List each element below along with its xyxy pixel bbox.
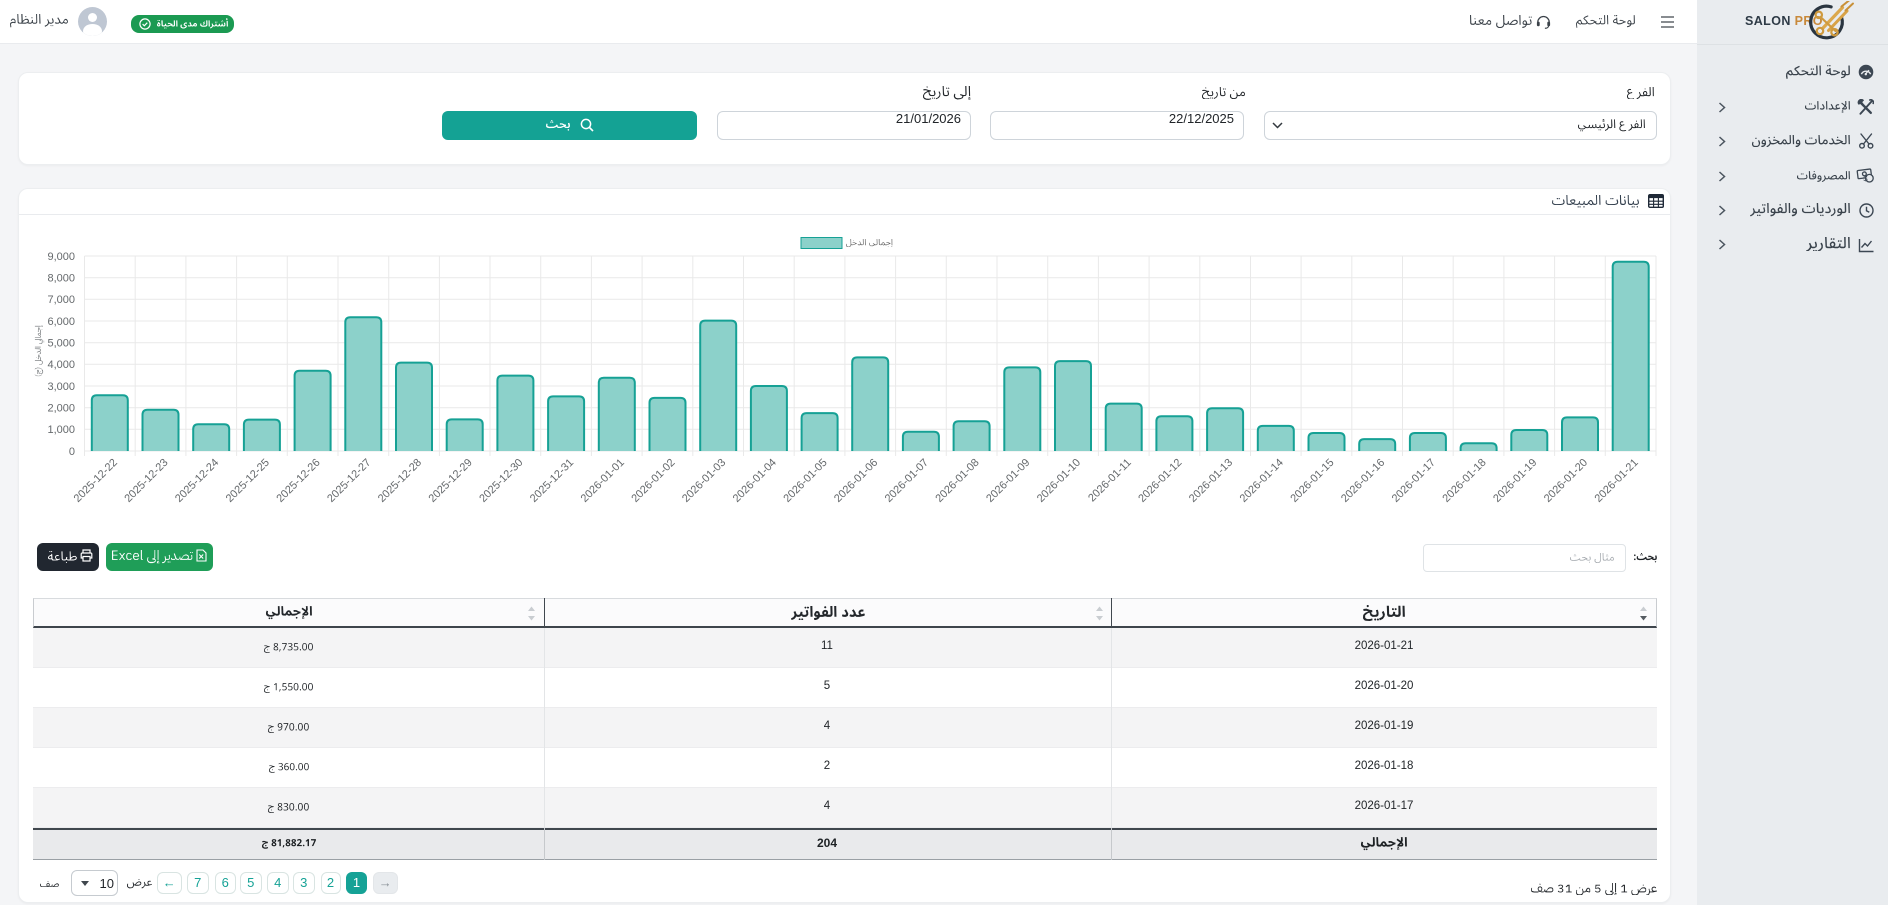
svg-text:9,000: 9,000	[47, 251, 75, 263]
svg-text:2026-01-21: 2026-01-21	[1593, 457, 1641, 505]
svg-text:2025-12-24: 2025-12-24	[173, 457, 221, 505]
svg-text:2026-01-12: 2026-01-12	[1136, 457, 1184, 505]
svg-text:2026-01-07: 2026-01-07	[883, 457, 931, 505]
svg-text:2026-01-16: 2026-01-16	[1339, 457, 1387, 505]
svg-text:4,000: 4,000	[47, 359, 75, 371]
svg-text:2025-12-26: 2025-12-26	[274, 457, 322, 505]
svg-text:2026-01-04: 2026-01-04	[731, 457, 779, 505]
svg-text:2026-01-02: 2026-01-02	[629, 457, 677, 505]
svg-text:2026-01-17: 2026-01-17	[1390, 457, 1438, 505]
svg-text:2025-12-28: 2025-12-28	[376, 457, 424, 505]
svg-text:2026-01-10: 2026-01-10	[1035, 457, 1083, 505]
svg-text:2026-01-15: 2026-01-15	[1288, 457, 1336, 505]
svg-text:2026-01-05: 2026-01-05	[781, 457, 829, 505]
svg-text:2026-01-14: 2026-01-14	[1238, 457, 1286, 505]
svg-text:2026-01-20: 2026-01-20	[1542, 457, 1590, 505]
svg-text:8,000: 8,000	[47, 273, 75, 285]
svg-text:2025-12-25: 2025-12-25	[224, 457, 272, 505]
svg-text:2026-01-08: 2026-01-08	[933, 457, 981, 505]
svg-text:2,000: 2,000	[47, 403, 75, 415]
svg-text:2026-01-19: 2026-01-19	[1491, 457, 1539, 505]
svg-text:2026-01-11: 2026-01-11	[1086, 457, 1134, 505]
svg-text:2025-12-30: 2025-12-30	[477, 457, 525, 505]
svg-text:2025-12-22: 2025-12-22	[72, 457, 120, 505]
svg-text:3,000: 3,000	[47, 381, 75, 393]
svg-text:2025-12-29: 2025-12-29	[427, 457, 475, 505]
svg-text:1,000: 1,000	[47, 424, 75, 436]
svg-text:5,000: 5,000	[47, 338, 75, 350]
svg-text:2026-01-09: 2026-01-09	[984, 457, 1032, 505]
svg-text:2026-01-03: 2026-01-03	[680, 457, 728, 505]
svg-text:7,000: 7,000	[47, 294, 75, 306]
svg-text:0: 0	[69, 446, 75, 458]
svg-text:2025-12-23: 2025-12-23	[122, 457, 170, 505]
svg-text:2025-12-31: 2025-12-31	[528, 457, 576, 505]
svg-text:2026-01-06: 2026-01-06	[832, 457, 880, 505]
svg-text:6,000: 6,000	[47, 316, 75, 328]
svg-text:2026-01-01: 2026-01-01	[579, 457, 627, 505]
svg-text:2026-01-18: 2026-01-18	[1440, 457, 1488, 505]
svg-text:2025-12-27: 2025-12-27	[325, 457, 373, 505]
svg-text:2026-01-13: 2026-01-13	[1187, 457, 1235, 505]
